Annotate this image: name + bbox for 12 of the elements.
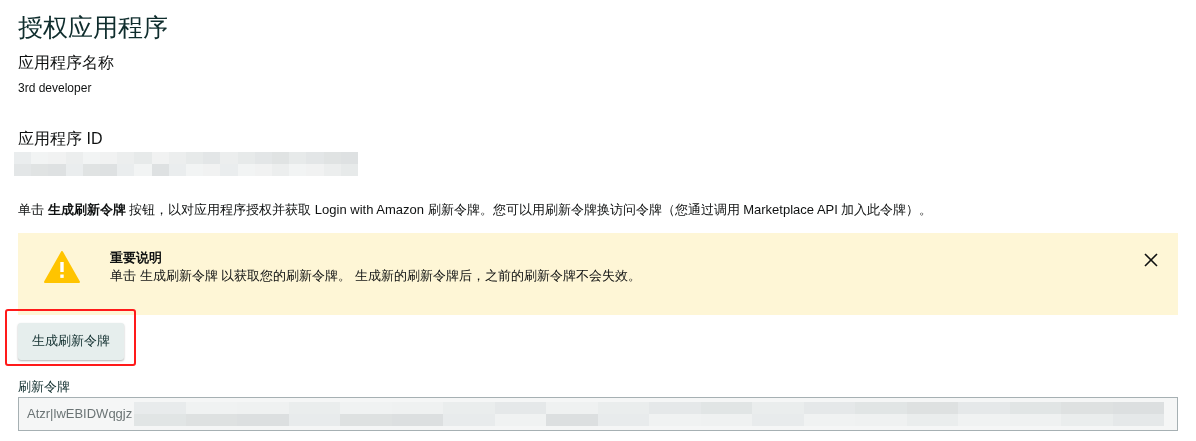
alert-message: 单击 生成刷新令牌 以获取您的刷新令牌。 生成新的刷新令牌后，之前的刷新令牌不会失效。 bbox=[110, 267, 642, 285]
field-label: 刷新令牌 bbox=[18, 379, 71, 395]
warning-icon bbox=[44, 251, 80, 283]
field-value: 3rd developer bbox=[18, 80, 93, 96]
alert-title: 重要说明 bbox=[110, 249, 163, 267]
close-icon[interactable] bbox=[1144, 253, 1158, 267]
token-value: Atzr|lwEBIDWqgjz bbox=[27, 405, 133, 424]
page-title: 授权应用程序 bbox=[18, 12, 169, 43]
field-label: 应用程序 ID bbox=[18, 129, 104, 149]
generate-token-button[interactable]: 生成刷新令牌 bbox=[18, 322, 124, 360]
field-label: 应用程序名称 bbox=[18, 53, 115, 73]
instruction-text: 单击 生成刷新令牌 按钮，以对应用程序授权并获取 Login with Amazon 刷新令牌。您可以用刷新令牌换访问令牌（您通过调用 Marketplace API 加入此令牌）。 bbox=[18, 201, 934, 219]
